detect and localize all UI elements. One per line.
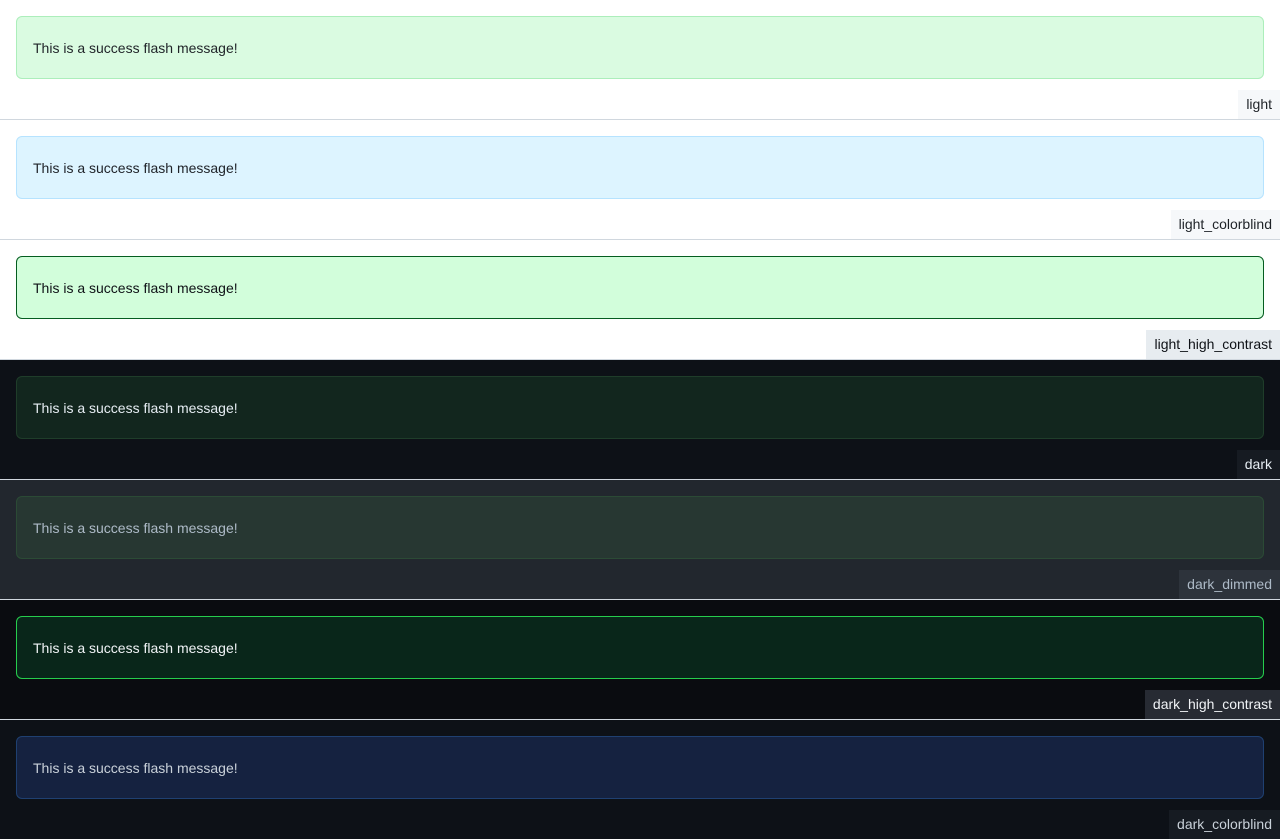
success-flash-message: This is a success flash message!: [16, 496, 1264, 559]
theme-label: dark_high_contrast: [1144, 690, 1280, 719]
success-flash-message: This is a success flash message!: [16, 256, 1264, 319]
theme-section-light-colorblind: This is a success flash message! light_c…: [0, 120, 1280, 240]
flash-message-text: This is a success flash message!: [33, 39, 238, 56]
theme-section-light: This is a success flash message! light: [0, 0, 1280, 120]
flash-message-text: This is a success flash message!: [33, 399, 238, 416]
theme-label: dark_dimmed: [1179, 570, 1280, 599]
flash-message-text: This is a success flash message!: [33, 759, 238, 776]
theme-section-dark-high-contrast: This is a success flash message! dark_hi…: [0, 600, 1280, 720]
flash-message-text: This is a success flash message!: [33, 639, 238, 656]
theme-section-dark: This is a success flash message! dark: [0, 360, 1280, 480]
flash-message-text: This is a success flash message!: [33, 279, 238, 296]
success-flash-message: This is a success flash message!: [16, 376, 1264, 439]
theme-label: dark_colorblind: [1169, 810, 1280, 839]
flash-message-text: This is a success flash message!: [33, 519, 238, 536]
success-flash-message: This is a success flash message!: [16, 136, 1264, 199]
theme-label: light_colorblind: [1170, 210, 1280, 239]
theme-section-dark-colorblind: This is a success flash message! dark_co…: [0, 720, 1280, 839]
theme-label: dark: [1236, 450, 1280, 479]
theme-section-light-high-contrast: This is a success flash message! light_h…: [0, 240, 1280, 360]
success-flash-message: This is a success flash message!: [16, 616, 1264, 679]
theme-label: light_high_contrast: [1146, 330, 1280, 359]
theme-label: light: [1238, 90, 1280, 119]
success-flash-message: This is a success flash message!: [16, 736, 1264, 799]
success-flash-message: This is a success flash message!: [16, 16, 1264, 79]
flash-message-text: This is a success flash message!: [33, 159, 238, 176]
theme-section-dark-dimmed: This is a success flash message! dark_di…: [0, 480, 1280, 600]
